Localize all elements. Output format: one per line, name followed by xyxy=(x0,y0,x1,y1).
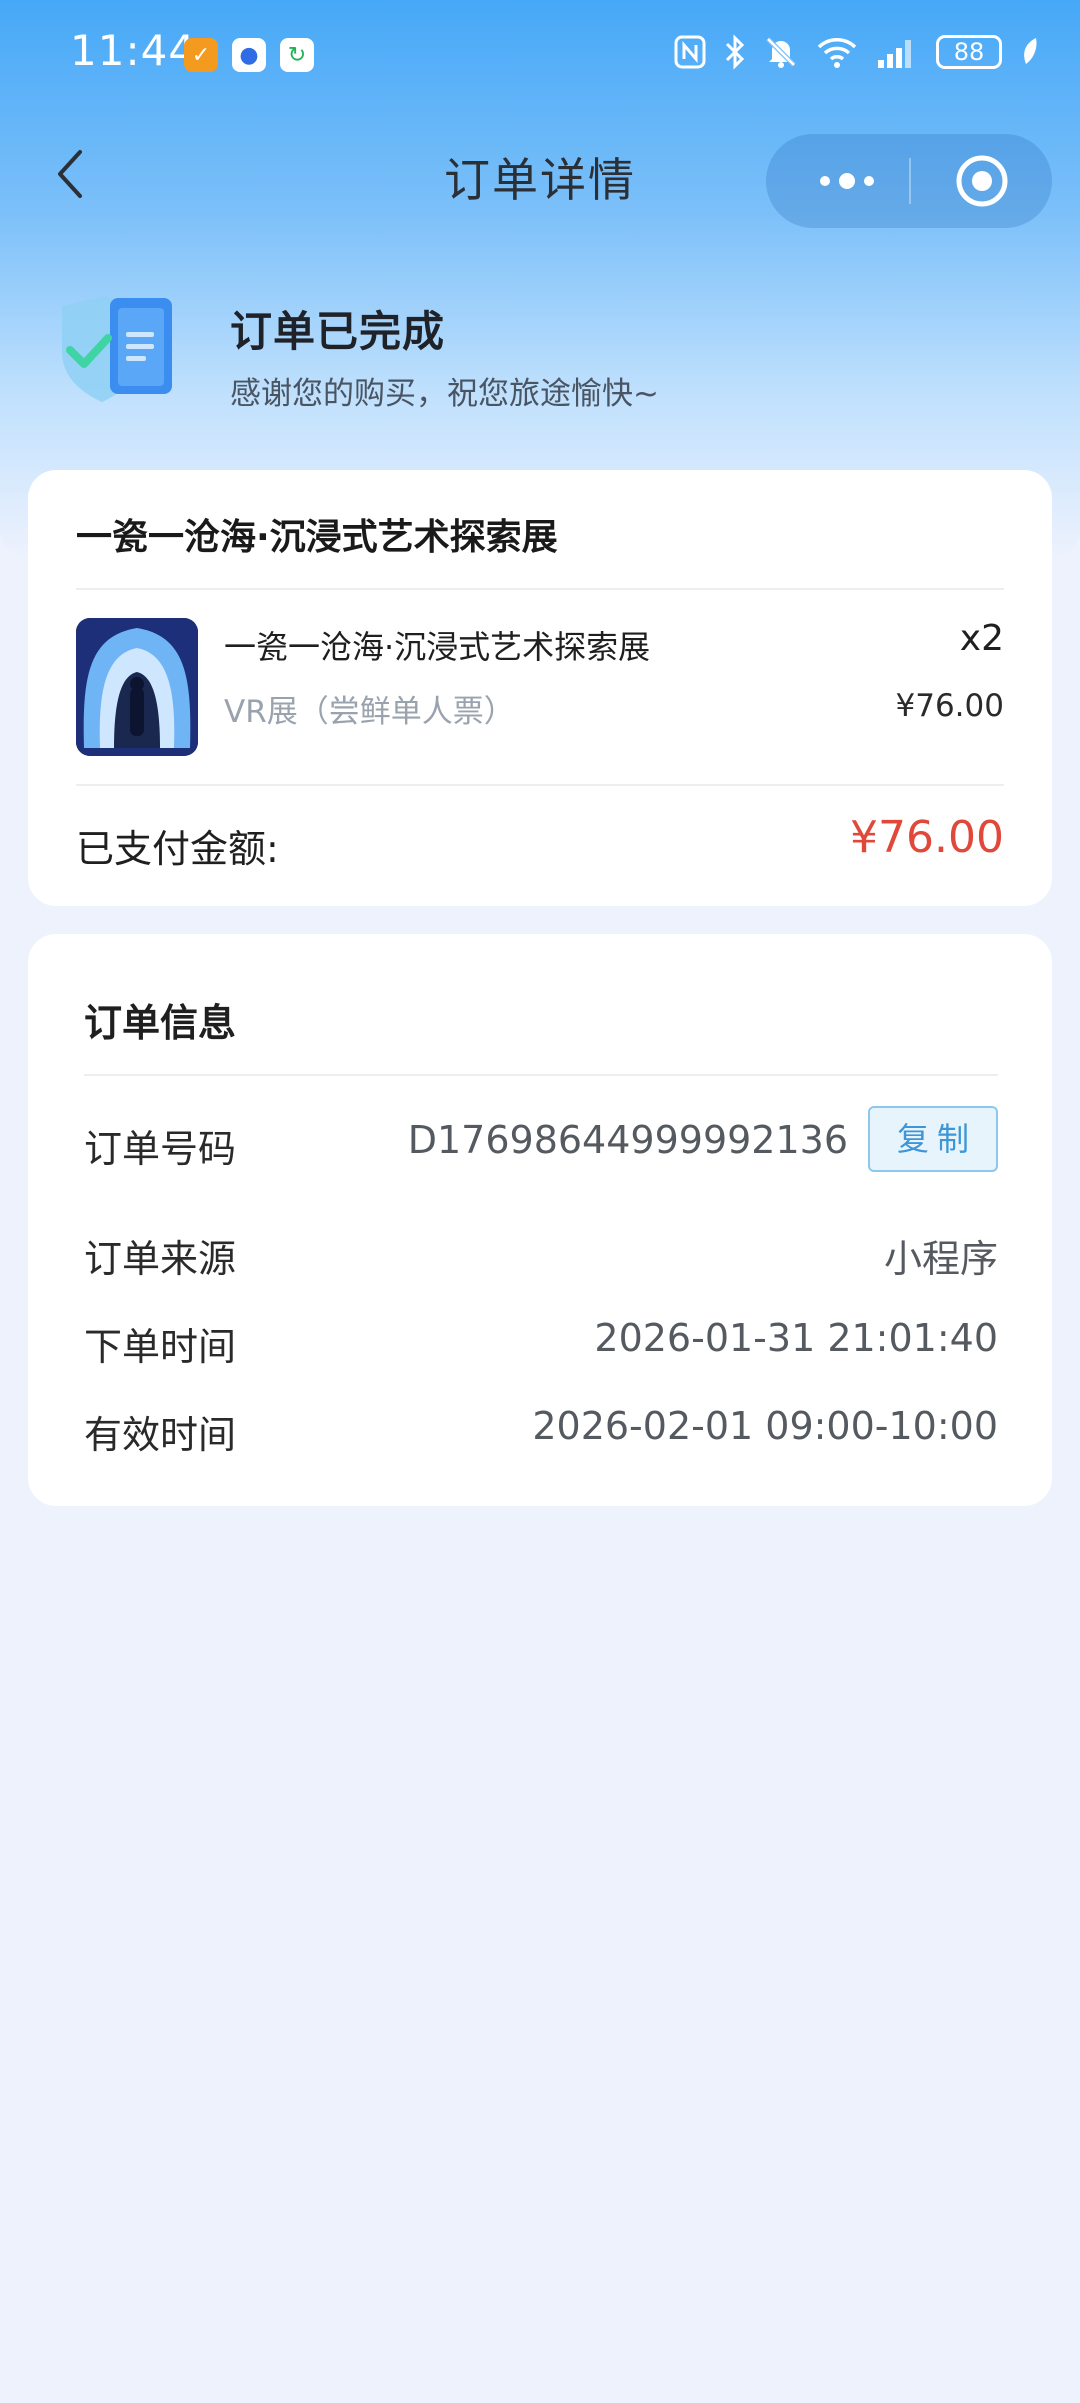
system-icons: 88 xyxy=(674,34,1040,70)
order-complete-illustration xyxy=(52,292,192,412)
shield-document-icon xyxy=(62,296,172,402)
divider xyxy=(76,588,1004,590)
paid-amount-value: ¥76.00 xyxy=(850,812,1004,863)
item-name: 一瓷一沧海·沉浸式艺术探索展 xyxy=(224,628,651,666)
order-source-value: 小程序 xyxy=(883,1237,998,1281)
bluetooth-icon xyxy=(725,34,745,70)
item-quantity: x2 xyxy=(959,618,1004,659)
valid-time-value: 2026-02-01 09:00-10:00 xyxy=(532,1404,998,1448)
wifi-icon xyxy=(817,38,857,68)
more-button[interactable] xyxy=(802,134,892,228)
order-status-subtitle: 感谢您的购买，祝您旅途愉快~ xyxy=(230,376,659,412)
app-notification-icon: ✓ xyxy=(184,38,218,72)
leaf-charging-icon xyxy=(1024,38,1037,64)
order-time-value: 2026-01-31 21:01:40 xyxy=(594,1316,998,1360)
mute-bell-icon xyxy=(766,37,796,68)
order-number-label: 订单号码 xyxy=(84,1127,237,1171)
nfc-icon xyxy=(674,35,706,69)
baidu-paw-icon: ● xyxy=(232,38,266,72)
order-time-row: 下单时间 2026-01-31 21:01:40 xyxy=(84,1316,998,1376)
order-number-row: 订单号码 D17698644999992136 复制 xyxy=(84,1106,998,1178)
item-variant: VR展（尝鲜单人票） xyxy=(224,694,515,730)
order-status-title: 订单已完成 xyxy=(230,307,446,356)
status-bar: 11:44 ✓ ● ↻ 88 xyxy=(0,0,1080,110)
product-thumbnail[interactable] xyxy=(76,618,198,756)
battery-icon: 88 xyxy=(936,35,1002,69)
paid-amount-label: 已支付金额: xyxy=(76,827,279,871)
recycle-app-icon: ↻ xyxy=(280,38,314,72)
product-title: 一瓷一沧海·沉浸式艺术探索展 xyxy=(76,517,558,558)
more-dots-icon xyxy=(820,173,874,189)
valid-time-label: 有效时间 xyxy=(84,1413,237,1457)
close-mini-program-button[interactable] xyxy=(932,134,1032,228)
order-time-label: 下单时间 xyxy=(84,1325,237,1369)
battery-level: 88 xyxy=(953,38,985,66)
status-time: 11:44 xyxy=(70,26,197,75)
order-source-row: 订单来源 小程序 xyxy=(84,1228,998,1288)
product-card: 一瓷一沧海·沉浸式艺术探索展 一瓷一沧海·沉浸式艺术探索展 VR展（尝鲜单人票）… xyxy=(28,470,1052,906)
order-info-title: 订单信息 xyxy=(84,1001,237,1045)
target-close-icon xyxy=(956,155,1008,207)
order-number-value: D17698644999992136 xyxy=(407,1118,848,1162)
valid-time-row: 有效时间 2026-02-01 09:00-10:00 xyxy=(84,1404,998,1464)
divider xyxy=(84,1074,998,1076)
order-source-label: 订单来源 xyxy=(84,1237,237,1281)
mini-program-capsule xyxy=(766,134,1052,228)
item-price: ¥76.00 xyxy=(895,688,1004,724)
divider xyxy=(76,784,1004,786)
signal-icon xyxy=(878,40,911,68)
capsule-divider xyxy=(909,158,911,204)
exhibition-image xyxy=(76,618,198,756)
copy-button[interactable]: 复制 xyxy=(868,1106,998,1172)
order-info-card: 订单信息 订单号码 D17698644999992136 复制 订单来源 小程序… xyxy=(28,934,1052,1506)
